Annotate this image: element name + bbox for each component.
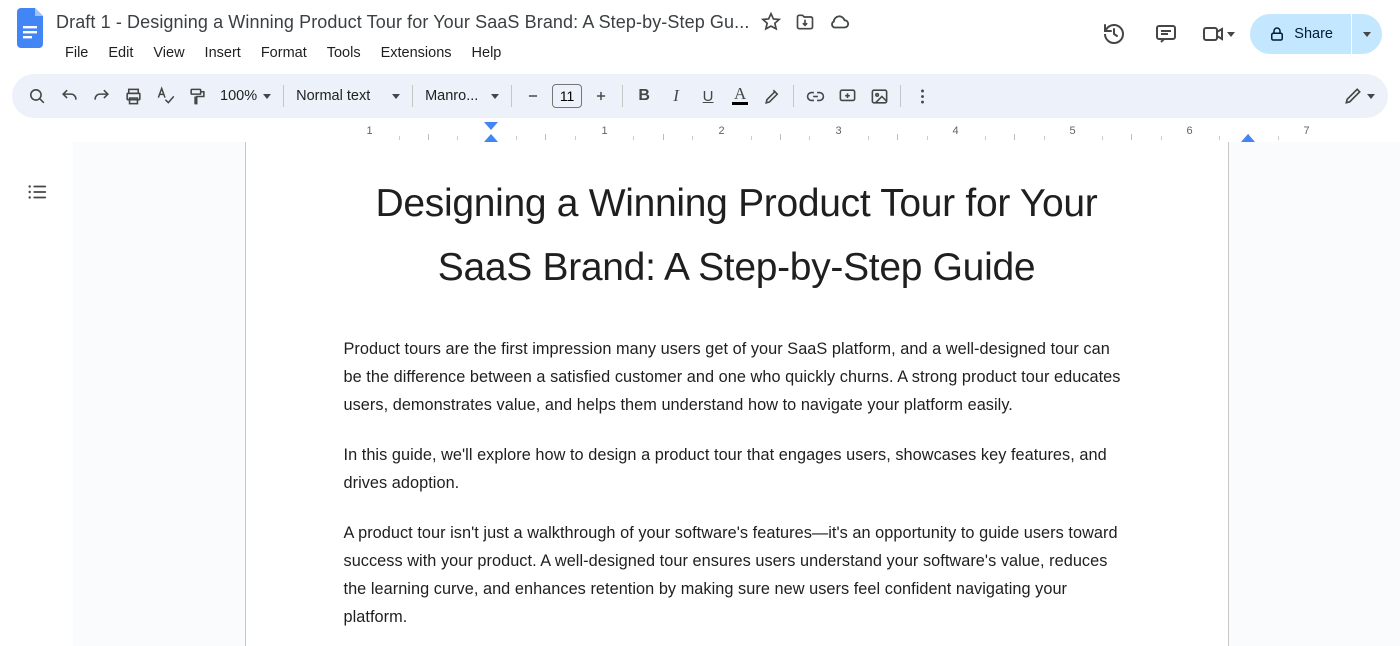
font-select[interactable]: Manro... — [419, 81, 505, 111]
ruler-number: 1 — [366, 125, 372, 137]
share-label: Share — [1294, 26, 1333, 42]
chevron-down-icon — [1363, 32, 1371, 37]
insert-link-icon[interactable] — [800, 81, 830, 111]
chevron-down-icon — [263, 94, 271, 99]
menu-edit[interactable]: Edit — [99, 41, 142, 65]
zoom-select[interactable]: 100% — [214, 81, 277, 111]
first-line-indent-marker[interactable] — [484, 133, 498, 142]
page[interactable]: Designing a Winning Product Tour for You… — [245, 142, 1229, 646]
star-icon[interactable] — [759, 10, 783, 34]
font-size-decrease[interactable] — [518, 81, 548, 111]
ruler-number: 1 — [601, 125, 607, 137]
undo-icon[interactable] — [54, 81, 84, 111]
editing-mode-button[interactable] — [1340, 81, 1378, 111]
print-icon[interactable] — [118, 81, 148, 111]
ruler-number: 5 — [1069, 125, 1075, 137]
outline-toggle-icon[interactable] — [19, 174, 55, 210]
docs-app-icon[interactable] — [12, 8, 52, 48]
ruler-number: 7 — [1303, 125, 1309, 137]
ruler-number: 4 — [952, 125, 958, 137]
separator — [511, 85, 512, 107]
share-dropdown[interactable] — [1352, 14, 1382, 54]
separator — [622, 85, 623, 107]
separator — [283, 85, 284, 107]
menu-extensions[interactable]: Extensions — [372, 41, 461, 65]
bold-button[interactable]: B — [629, 81, 659, 111]
paint-format-icon[interactable] — [182, 81, 212, 111]
insert-image-icon[interactable] — [864, 81, 894, 111]
menu-format[interactable]: Format — [252, 41, 316, 65]
ruler-number: 6 — [1186, 125, 1192, 137]
history-icon[interactable] — [1094, 14, 1134, 54]
menu-view[interactable]: View — [144, 41, 193, 65]
chevron-down-icon — [392, 94, 400, 99]
redo-icon[interactable] — [86, 81, 116, 111]
lock-icon — [1268, 25, 1286, 43]
spellcheck-icon[interactable] — [150, 81, 180, 111]
left-indent-marker[interactable] — [484, 122, 498, 132]
meet-icon[interactable] — [1198, 14, 1238, 54]
underline-button[interactable]: U — [693, 81, 723, 111]
zoom-value: 100% — [220, 88, 257, 104]
text-color-button[interactable]: A — [725, 81, 755, 111]
separator — [793, 85, 794, 107]
highlight-button[interactable] — [757, 81, 787, 111]
chevron-down-icon — [1227, 32, 1235, 37]
toolbar: 100% Normal text Manro... B I U A — [12, 74, 1388, 118]
left-rail — [0, 142, 73, 646]
title-bar: Draft 1 - Designing a Winning Product To… — [0, 0, 1400, 68]
ruler-number: 2 — [718, 125, 724, 137]
ruler-number: 3 — [835, 125, 841, 137]
move-icon[interactable] — [793, 10, 817, 34]
font-value: Manro... — [425, 88, 485, 104]
doc-heading[interactable]: Designing a Winning Product Tour for You… — [344, 172, 1130, 301]
cloud-status-icon[interactable] — [827, 10, 851, 34]
share-button[interactable]: Share — [1250, 14, 1351, 54]
menu-bar: File Edit View Insert Format Tools Exten… — [56, 38, 1094, 68]
add-comment-icon[interactable] — [832, 81, 862, 111]
menu-insert[interactable]: Insert — [196, 41, 250, 65]
font-size-input[interactable] — [552, 84, 582, 108]
italic-button[interactable]: I — [661, 81, 691, 111]
doc-paragraph[interactable]: A product tour isn't just a walkthrough … — [344, 519, 1130, 631]
document-canvas[interactable]: Designing a Winning Product Tour for You… — [73, 142, 1400, 646]
menu-tools[interactable]: Tools — [318, 41, 370, 65]
doc-paragraph[interactable]: Product tours are the first impression m… — [344, 335, 1130, 419]
ruler[interactable]: 1 1 2 3 4 5 6 7 — [0, 122, 1400, 142]
chevron-down-icon — [1367, 94, 1375, 99]
chevron-down-icon — [491, 94, 499, 99]
document-title[interactable]: Draft 1 - Designing a Winning Product To… — [56, 12, 749, 33]
style-value: Normal text — [296, 88, 386, 104]
comments-icon[interactable] — [1146, 14, 1186, 54]
paragraph-style-select[interactable]: Normal text — [290, 81, 406, 111]
separator — [900, 85, 901, 107]
font-size-increase[interactable] — [586, 81, 616, 111]
menu-file[interactable]: File — [56, 41, 97, 65]
menu-help[interactable]: Help — [463, 41, 511, 65]
more-icon[interactable] — [907, 81, 937, 111]
right-indent-marker[interactable] — [1241, 133, 1255, 142]
separator — [412, 85, 413, 107]
search-icon[interactable] — [22, 81, 52, 111]
doc-paragraph[interactable]: In this guide, we'll explore how to desi… — [344, 441, 1130, 497]
